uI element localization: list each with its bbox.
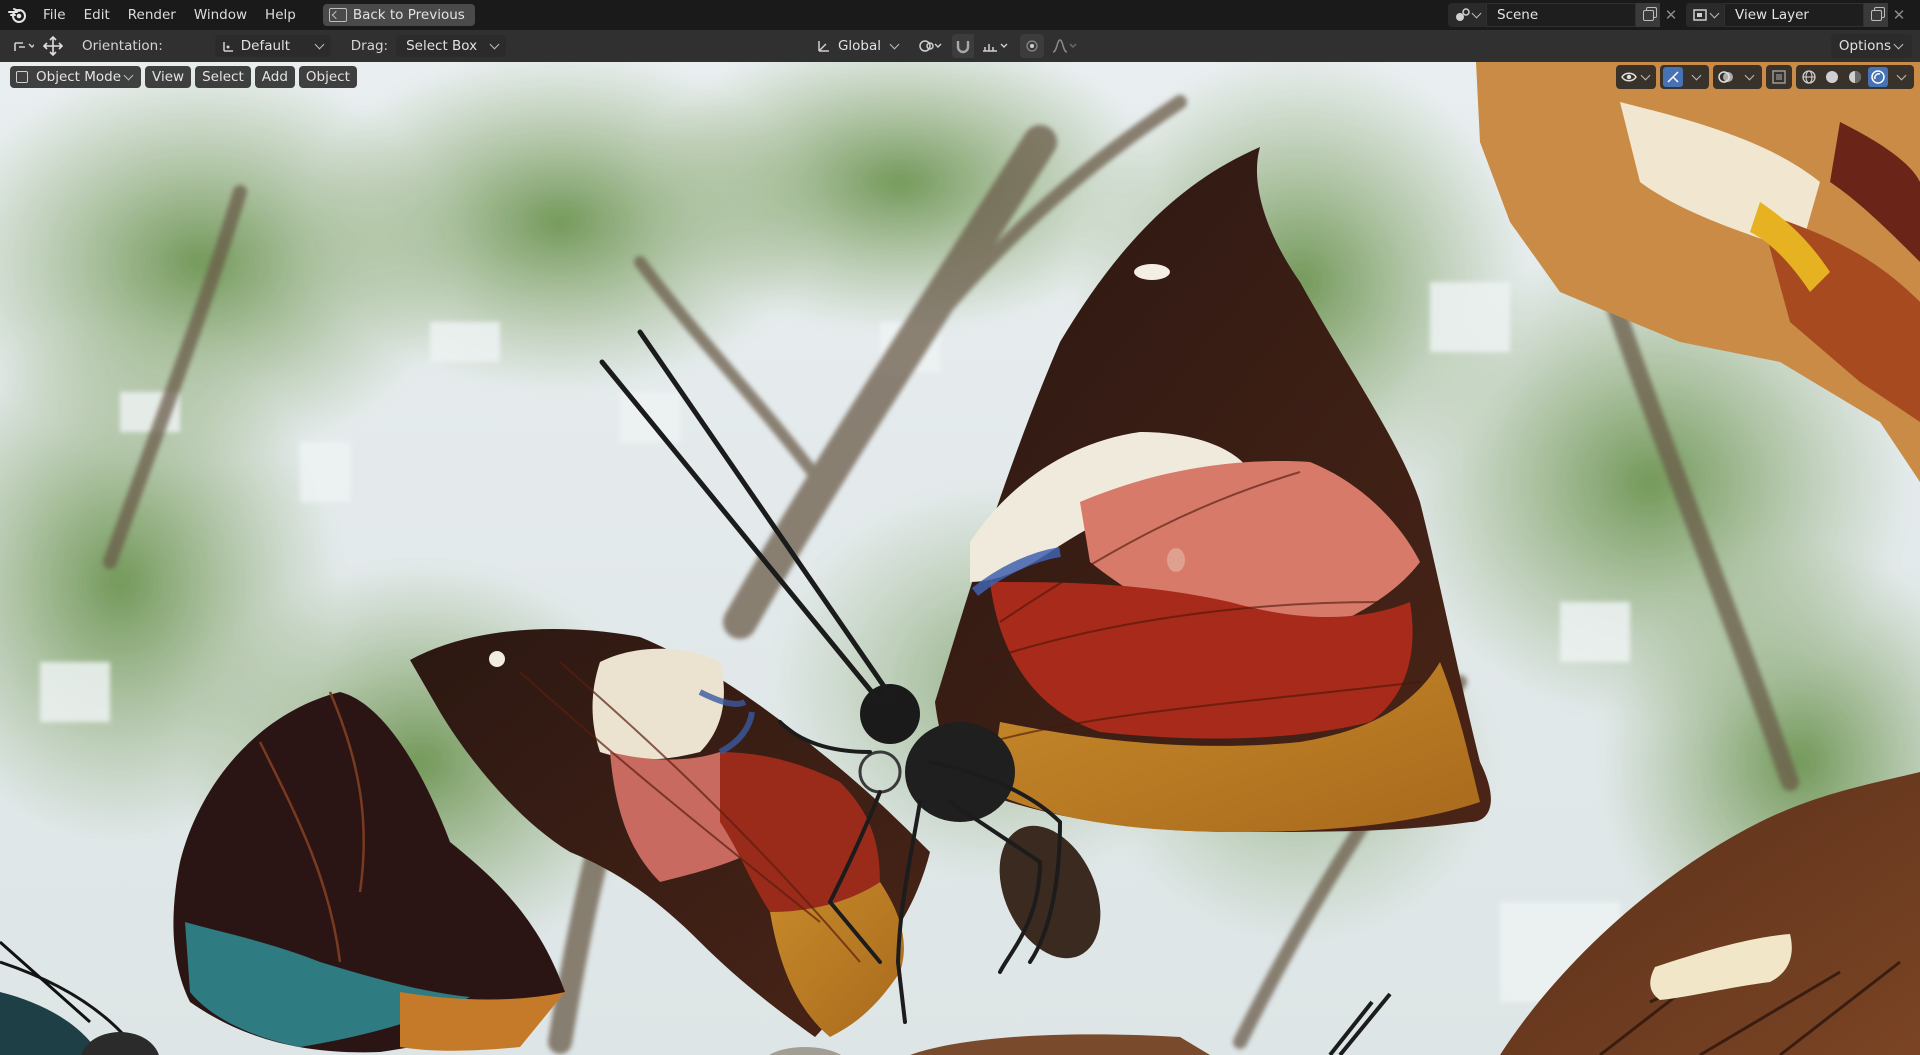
gizmo-icon[interactable]: [1663, 67, 1683, 87]
chevron-down-icon: [889, 39, 900, 49]
copy-icon: [1870, 9, 1882, 21]
material-icon[interactable]: [1845, 67, 1865, 87]
chevron-down-icon: [489, 39, 500, 49]
proportional-falloff-button[interactable]: [1048, 34, 1082, 58]
chevron-down-icon: [1744, 70, 1754, 80]
menu-help[interactable]: Help: [256, 0, 305, 30]
overlay-icon[interactable]: [1716, 67, 1736, 87]
overlay-group: [1713, 65, 1762, 89]
view-layer-selector: View Layer ✕: [1686, 3, 1910, 27]
drag-dropdown[interactable]: Select Box: [396, 35, 507, 57]
eye-icon[interactable]: [1619, 67, 1639, 87]
viewport-menu-select[interactable]: Select: [195, 66, 251, 88]
link-icon: [919, 40, 942, 52]
new-scene-button[interactable]: [1636, 3, 1660, 27]
blender-logo-icon[interactable]: [6, 3, 30, 27]
global-axes-icon: [818, 41, 829, 52]
visibility-group: [1616, 65, 1656, 89]
viewport-menu-object[interactable]: Object: [298, 66, 357, 88]
transform-orientation-dropdown[interactable]: Global: [810, 35, 906, 57]
tool-settings-bar: Orientation: Default Drag: Select Box Gl…: [0, 30, 1920, 62]
remove-view-layer-button[interactable]: ✕: [1888, 3, 1910, 27]
snap-increment-icon: [983, 43, 1008, 52]
transform-pivot-button[interactable]: [8, 34, 38, 58]
menu-edit[interactable]: Edit: [75, 0, 119, 30]
scene-name-field[interactable]: Scene: [1486, 3, 1636, 27]
top-menu-bar: File Edit Render Window Help Back to Pre…: [0, 0, 1920, 30]
menu-render[interactable]: Render: [119, 0, 185, 30]
rendered-icon[interactable]: [1868, 67, 1888, 87]
copy-icon: [1642, 9, 1654, 21]
viewport-header: Object Mode View Select Add Object: [10, 66, 357, 88]
options-label: Options: [1838, 38, 1891, 54]
viewport-menu-add[interactable]: Add: [254, 66, 295, 88]
chevron-down-icon: [314, 39, 325, 49]
mode-value: Object Mode: [36, 69, 122, 85]
orientation-dropdown[interactable]: Default: [214, 35, 331, 57]
options-dropdown[interactable]: Options: [1830, 34, 1912, 58]
view-layer-name-field[interactable]: View Layer: [1724, 3, 1864, 27]
solid-icon[interactable]: [1822, 67, 1842, 87]
viewport-menu-view[interactable]: View: [145, 66, 192, 88]
chevron-down-icon: [1691, 70, 1701, 80]
back-to-previous-button[interactable]: Back to Previous: [322, 4, 475, 26]
scene-browse-button[interactable]: [1448, 3, 1486, 27]
drag-label: Drag:: [350, 38, 389, 54]
chevron-down-icon: [1640, 70, 1651, 80]
menu-window[interactable]: Window: [185, 0, 256, 30]
viewport-shading-controls: [1616, 65, 1914, 89]
back-icon: [328, 8, 347, 22]
chevron-down-icon: [1896, 70, 1906, 80]
solid-dot: [1826, 71, 1838, 83]
xray-group: [1766, 65, 1792, 89]
new-view-layer-button[interactable]: [1864, 3, 1888, 27]
chevron-down-icon: [1709, 8, 1719, 18]
orientation-label: Orientation:: [82, 38, 163, 54]
shading-options-icon[interactable]: [1891, 67, 1911, 87]
shading-mode-group: [1796, 65, 1914, 89]
overlay-options-icon[interactable]: [1739, 67, 1759, 87]
orientation-value: Default: [240, 38, 291, 54]
gizmo-group: [1660, 65, 1709, 89]
chevron-down-icon: [1471, 8, 1481, 18]
magnet-icon[interactable]: [952, 34, 974, 58]
scene-selector: Scene ✕: [1448, 3, 1682, 27]
chevron-down-icon: [123, 70, 134, 80]
orientation-icon: [223, 42, 233, 52]
remove-scene-button[interactable]: ✕: [1660, 3, 1682, 27]
rendered-scene: [0, 62, 1920, 1055]
xray-icon[interactable]: [1769, 67, 1789, 87]
scene-icon: [1455, 8, 1470, 21]
3d-viewport[interactable]: Object Mode View Select Add Object: [0, 62, 1920, 1055]
move-icon[interactable]: [38, 34, 68, 58]
wireframe-icon[interactable]: [1799, 67, 1819, 87]
view-layer-icon: [1692, 9, 1707, 21]
menu-file[interactable]: File: [34, 0, 75, 30]
back-to-previous-label: Back to Previous: [352, 7, 465, 23]
snap-target-button[interactable]: [976, 34, 1016, 58]
pivot-icon: [14, 42, 34, 51]
transform-orientation-value: Global: [837, 38, 882, 54]
gizmo-options-icon[interactable]: [1686, 67, 1706, 87]
chevron-down-icon: [1893, 39, 1904, 49]
falloff-curve-icon: [1052, 39, 1077, 53]
drag-value: Select Box: [406, 38, 478, 54]
pivot-point-button[interactable]: [912, 34, 948, 58]
proportional-edit-icon[interactable]: [1020, 34, 1044, 58]
object-mode-icon: [16, 71, 28, 83]
view-layer-browse-button[interactable]: [1686, 3, 1724, 27]
mode-dropdown[interactable]: Object Mode: [10, 66, 142, 88]
